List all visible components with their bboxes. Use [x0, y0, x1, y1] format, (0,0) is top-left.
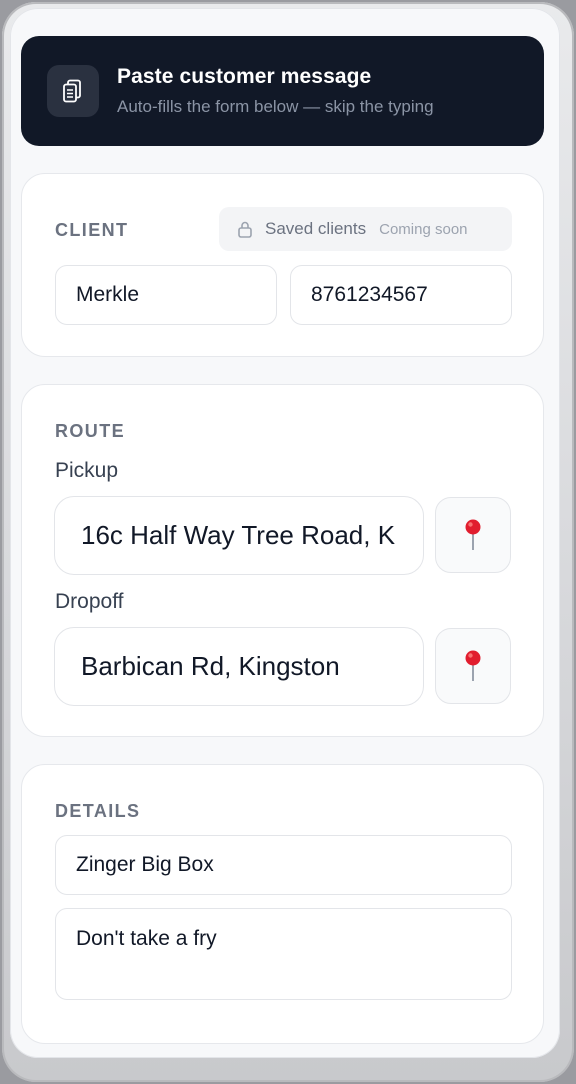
item-input[interactable]: Zinger Big Box	[55, 835, 512, 895]
notes-textarea[interactable]: Don't take a fry	[55, 908, 512, 1000]
map-pin-icon	[463, 649, 483, 683]
paste-subtitle: Auto-fills the form below — skip the typ…	[117, 97, 434, 116]
route-card: ROUTE Pickup 16c Half Way Tree Road, K D…	[21, 384, 544, 737]
pickup-pin-button[interactable]	[435, 497, 511, 573]
saved-clients-pill: Saved clients Coming soon	[219, 207, 512, 251]
dropoff-label: Dropoff	[55, 590, 124, 613]
pickup-label: Pickup	[55, 459, 119, 482]
paste-banner-text: Paste customer message Auto-fills the fo…	[117, 65, 434, 117]
route-section-label: ROUTE	[55, 421, 125, 441]
clipboard-icon	[47, 65, 99, 117]
client-name-input[interactable]: Merkle	[55, 265, 277, 325]
lock-icon	[237, 220, 253, 238]
app-screen: Paste customer message Auto-fills the fo…	[10, 8, 560, 1058]
dropoff-input[interactable]: Barbican Rd, Kingston	[54, 627, 424, 706]
client-section-label: CLIENT	[55, 220, 129, 240]
coming-soon-badge: Coming soon	[379, 220, 468, 238]
client-card: CLIENT Saved clients Coming soon Merkle …	[21, 173, 544, 357]
pickup-input[interactable]: 16c Half Way Tree Road, K	[54, 496, 424, 575]
saved-clients-label: Saved clients	[265, 219, 367, 238]
paste-message-button[interactable]: Paste customer message Auto-fills the fo…	[21, 36, 544, 146]
map-pin-icon	[463, 518, 483, 552]
paste-title: Paste customer message	[117, 65, 372, 88]
client-phone-input[interactable]: 8761234567	[290, 265, 512, 325]
details-card: DETAILS Zinger Big Box Don't take a fry	[21, 764, 544, 1044]
dropoff-pin-button[interactable]	[435, 628, 511, 704]
details-section-label: DETAILS	[55, 801, 141, 821]
